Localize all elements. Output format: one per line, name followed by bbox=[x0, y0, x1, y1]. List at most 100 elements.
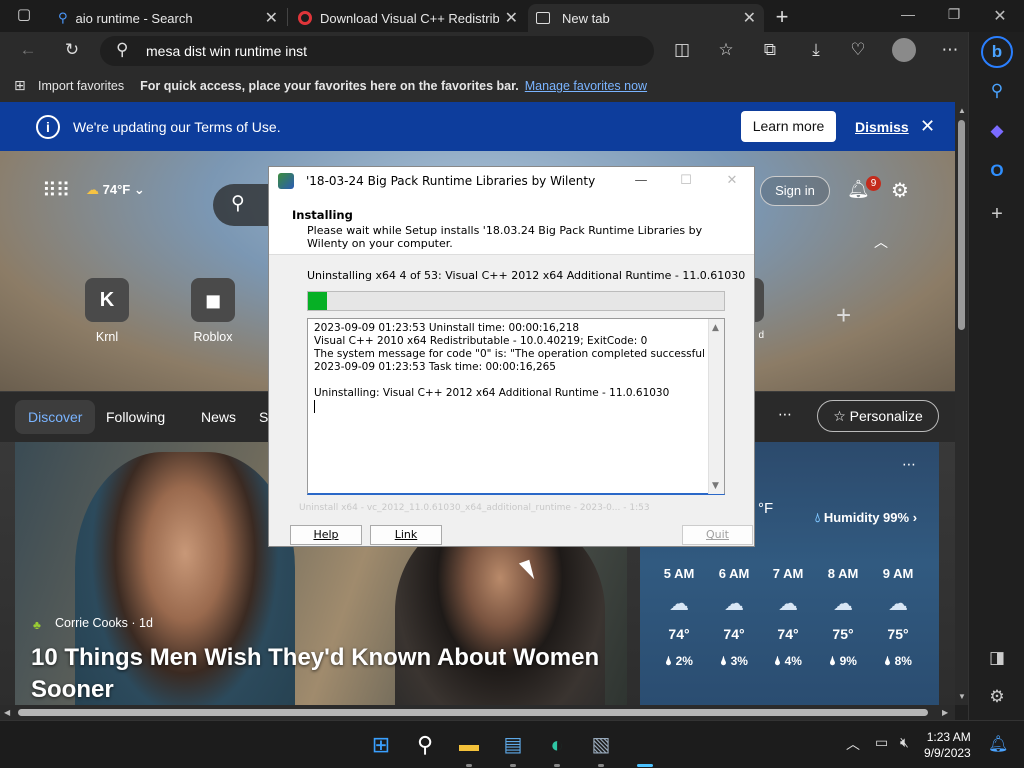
scroll-right-icon[interactable]: ▶ bbox=[942, 708, 948, 717]
collections-icon[interactable]: ⧉ bbox=[758, 40, 782, 62]
humidity-link[interactable]: 💧︎ Humidity 99% › bbox=[815, 510, 917, 526]
close-tab-icon[interactable]: ✕ bbox=[505, 8, 518, 28]
personalize-button[interactable]: ☆ Personalize bbox=[817, 400, 939, 432]
hour-rain: 🌢︎ 2% bbox=[654, 654, 704, 669]
hour-rain-value: 4% bbox=[784, 654, 802, 668]
terms-notice-bar: i We're updating our Terms of Use. Learn… bbox=[0, 102, 955, 151]
close-icon[interactable]: ✕ bbox=[920, 116, 935, 137]
weather-mini[interactable]: ☁ 74°F ⌄ bbox=[86, 182, 145, 198]
sidebar-settings-icon[interactable]: ⚙ bbox=[983, 683, 1011, 711]
help-button[interactable]: Help bbox=[290, 525, 362, 545]
minimize-icon[interactable]: — bbox=[626, 173, 656, 188]
hour-temp: 75° bbox=[832, 626, 854, 642]
quick-link-roblox[interactable]: ◼ Roblox bbox=[181, 278, 245, 344]
link-button[interactable]: Link bbox=[370, 525, 442, 545]
log-scrollbar[interactable]: ▲ ▼ bbox=[708, 319, 724, 494]
import-favorites-icon: ⊞ bbox=[14, 77, 26, 93]
new-tab-plus-icon[interactable]: + bbox=[770, 4, 794, 29]
browser-titlebar: ▢ ⚲ aio runtime - Search ✕ Download Visu… bbox=[0, 0, 1024, 32]
file-explorer-icon[interactable]: ▬ bbox=[454, 731, 484, 759]
scrollbar-thumb[interactable] bbox=[958, 120, 965, 330]
tab-download[interactable]: Download Visual C++ Redistribu ✕ bbox=[290, 4, 526, 32]
health-heart-icon[interactable]: ♡ bbox=[846, 40, 870, 62]
search-icon: ⚲ bbox=[116, 40, 129, 59]
log-line: 2023-09-09 01:23:53 Uninstall time: 00:0… bbox=[314, 322, 580, 334]
apps-grid-icon[interactable]: ⠿⠿ bbox=[42, 178, 70, 203]
scroll-up-icon[interactable]: ▲ bbox=[958, 106, 966, 115]
close-icon: ✕ bbox=[726, 173, 738, 188]
favorites-star-icon[interactable]: ☆ bbox=[714, 40, 738, 62]
hour-rain-value: 8% bbox=[894, 654, 912, 668]
split-screen-icon[interactable]: ◫ bbox=[670, 40, 694, 62]
scroll-down-icon[interactable]: ▼ bbox=[712, 480, 719, 493]
control-panel-icon[interactable]: ▤ bbox=[498, 731, 528, 759]
search-icon[interactable]: ⚲ bbox=[410, 731, 440, 759]
text-caret bbox=[314, 400, 315, 413]
more-options-icon[interactable]: ⋯ bbox=[938, 40, 962, 62]
page-vertical-scrollbar[interactable]: ▲ ▼ bbox=[955, 102, 968, 705]
search-icon: ⚲ bbox=[231, 193, 245, 214]
quick-link-krnl[interactable]: K Krnl bbox=[75, 278, 139, 344]
volume-muted-icon[interactable]: 🔇︎ bbox=[900, 734, 909, 751]
page-horizontal-scrollbar[interactable]: ◀ ▶ bbox=[0, 705, 955, 720]
add-sidebar-app-icon[interactable]: + bbox=[983, 200, 1011, 228]
web-search-box[interactable]: ⚲ bbox=[213, 184, 273, 226]
news-headline[interactable]: 10 Things Men Wish They'd Known About Wo… bbox=[31, 642, 611, 705]
restore-icon[interactable]: ❐ bbox=[934, 6, 974, 26]
bing-copilot-icon[interactable]: b bbox=[981, 36, 1013, 68]
scrollbar-thumb[interactable] bbox=[18, 709, 928, 716]
profile-avatar-icon[interactable] bbox=[892, 38, 916, 62]
scroll-up-icon[interactable]: ▲ bbox=[712, 322, 719, 335]
address-bar[interactable]: ⚲ mesa dist win runtime inst bbox=[100, 36, 654, 66]
notification-bell-icon[interactable]: 🔔︎ bbox=[988, 734, 1008, 754]
weather-more-icon[interactable]: ⋯ bbox=[902, 456, 916, 473]
page-settings-gear-icon[interactable]: ⚙ bbox=[891, 178, 909, 203]
dialog-heading: Installing bbox=[292, 208, 353, 222]
tools-icon[interactable]: ◆ bbox=[983, 117, 1011, 145]
feed-more-icon[interactable]: ⋯ bbox=[778, 406, 792, 423]
news-source: Corrie Cooks · 1d bbox=[55, 616, 153, 630]
cloud-icon: ☁ bbox=[778, 593, 798, 615]
downloads-icon[interactable]: ⤓ bbox=[804, 40, 828, 62]
log-line: The system message for code "0" is: "The… bbox=[314, 348, 704, 360]
installer-taskbar-icon[interactable]: ▧ bbox=[586, 731, 616, 759]
close-window-icon[interactable]: ✕ bbox=[980, 6, 1020, 26]
running-indicator bbox=[598, 764, 604, 767]
active-app-icon[interactable] bbox=[630, 731, 660, 759]
chevron-down-icon: ⌄ bbox=[133, 182, 145, 197]
refresh-icon[interactable]: ↻ bbox=[60, 40, 84, 62]
close-tab-icon[interactable]: ✕ bbox=[743, 8, 756, 28]
windows-start-icon[interactable]: ⊞ bbox=[366, 731, 396, 759]
tab-search[interactable]: ⚲ aio runtime - Search ✕ bbox=[50, 4, 286, 32]
add-quick-link-icon[interactable]: + bbox=[836, 300, 851, 331]
outlook-icon[interactable]: O bbox=[983, 157, 1011, 185]
scroll-down-icon[interactable]: ▼ bbox=[958, 692, 966, 701]
hour-temp: 74° bbox=[723, 626, 745, 642]
feed-tab-following[interactable]: Following bbox=[93, 400, 178, 434]
import-favorites-link[interactable]: Import favorites bbox=[38, 79, 124, 93]
hour-forecast: 9 AM ☁ 75° 🌢︎ 8% bbox=[873, 566, 923, 669]
edge-browser-icon[interactable]: ◐ bbox=[542, 731, 572, 759]
sidebar-panel-icon[interactable]: ◨ bbox=[983, 644, 1011, 672]
feed-tab-discover[interactable]: Discover bbox=[15, 400, 96, 434]
close-tab-icon[interactable]: ✕ bbox=[265, 8, 278, 28]
back-arrow-icon[interactable]: ← bbox=[16, 40, 40, 62]
dialog-titlebar[interactable]: '18-03-24 Big Pack Runtime Libraries by … bbox=[269, 167, 754, 195]
chevron-up-icon[interactable]: ︿ bbox=[874, 232, 888, 252]
dismiss-link[interactable]: Dismiss bbox=[855, 119, 909, 135]
info-icon: i bbox=[36, 114, 60, 139]
minimize-icon[interactable]: — bbox=[888, 6, 928, 26]
learn-more-button[interactable]: Learn more bbox=[741, 111, 836, 142]
feed-tab-news[interactable]: News bbox=[188, 400, 249, 434]
network-icon[interactable]: ▭ bbox=[875, 734, 888, 751]
chevron-up-icon[interactable]: ︿ bbox=[846, 734, 860, 754]
install-log[interactable]: 2023-09-09 01:23:53 Uninstall time: 00:0… bbox=[307, 318, 725, 495]
tab-newtab[interactable]: New tab ✕ bbox=[528, 4, 764, 32]
search-icon[interactable]: ⚲ bbox=[983, 77, 1011, 105]
system-clock[interactable]: 1:23 AM 9/9/2023 bbox=[924, 729, 971, 761]
sign-in-button[interactable]: Sign in bbox=[760, 176, 830, 206]
manage-favorites-link[interactable]: Manage favorites now bbox=[525, 79, 647, 93]
running-indicator bbox=[510, 764, 516, 767]
scroll-left-icon[interactable]: ◀ bbox=[4, 708, 10, 717]
tab-actions-icon[interactable]: ▢ bbox=[12, 5, 36, 27]
